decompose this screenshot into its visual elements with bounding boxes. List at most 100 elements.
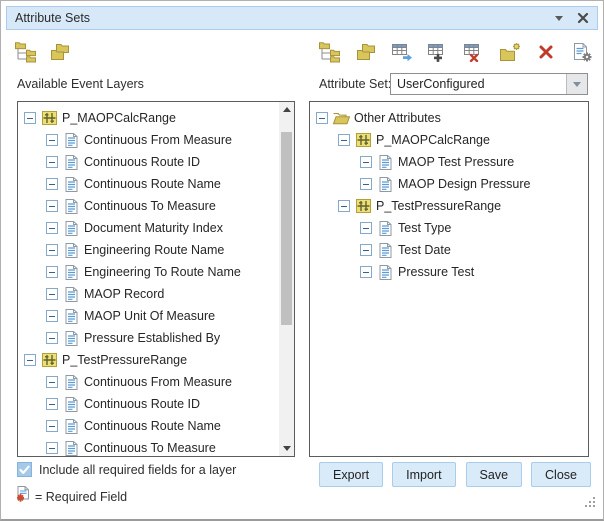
expand-attributes-tree-icon[interactable] — [319, 41, 341, 63]
tree-item-maop-test-pressure[interactable]: MAOP Test Pressure — [310, 151, 588, 173]
collapse-toggle-icon[interactable] — [360, 244, 372, 256]
scroll-down-icon[interactable] — [279, 441, 294, 456]
collapse-toggle-icon[interactable] — [360, 222, 372, 234]
tree-item-label: MAOP Record — [84, 287, 164, 301]
tree-item-pressure-test[interactable]: Pressure Test — [310, 261, 588, 283]
tree-item-engineering-to-route-name[interactable]: Engineering To Route Name — [18, 261, 279, 283]
tree-item-maop-record[interactable]: MAOP Record — [18, 283, 279, 305]
collapse-folders-icon[interactable] — [49, 41, 71, 63]
tree-item-continuous-to-measure[interactable]: Continuous To Measure — [18, 195, 279, 217]
tree-item-label: Other Attributes — [354, 111, 441, 125]
collapse-toggle-icon[interactable] — [46, 376, 58, 388]
tree-item-label: Engineering To Route Name — [84, 265, 241, 279]
field-icon — [63, 243, 80, 258]
tree-item-label: P_MAOPCalcRange — [376, 133, 490, 147]
resize-grip[interactable] — [585, 495, 596, 513]
field-icon — [63, 375, 80, 390]
caret-down-icon[interactable] — [555, 16, 563, 21]
report-settings-icon[interactable] — [571, 41, 593, 63]
tree-item-continuous-route-name[interactable]: Continuous Route Name — [18, 415, 279, 437]
layer-icon — [355, 199, 372, 213]
required-field-icon — [15, 486, 30, 508]
available-event-layers-label: Available Event Layers — [17, 77, 144, 91]
collapse-toggle-icon[interactable] — [24, 112, 36, 124]
collapse-toggle-icon[interactable] — [360, 156, 372, 168]
field-icon — [63, 133, 80, 148]
tree-item-maop-design-pressure[interactable]: MAOP Design Pressure — [310, 173, 588, 195]
delete-icon[interactable] — [535, 41, 557, 63]
collapse-toggle-icon[interactable] — [360, 178, 372, 190]
expand-layers-tree-icon[interactable] — [15, 41, 37, 63]
tree-item-p-testpressurerange[interactable]: P_TestPressureRange — [310, 195, 588, 217]
tree-item-label: Document Maturity Index — [84, 221, 223, 235]
collapse-attributes-folders-icon[interactable] — [355, 41, 377, 63]
tree-item-p-testpressurerange[interactable]: P_TestPressureRange — [18, 349, 279, 371]
collapse-toggle-icon[interactable] — [46, 332, 58, 344]
tree-item-continuous-to-measure[interactable]: Continuous To Measure — [18, 437, 279, 456]
tree-item-continuous-from-measure[interactable]: Continuous From Measure — [18, 129, 279, 151]
layer-icon — [41, 111, 58, 125]
collapse-toggle-icon[interactable] — [46, 310, 58, 322]
new-attribute-set-folder-icon[interactable] — [499, 41, 521, 63]
tree-item-p-maopcalcrange[interactable]: P_MAOPCalcRange — [310, 129, 588, 151]
close-button[interactable]: Close — [531, 462, 591, 487]
collapse-toggle-icon[interactable] — [360, 266, 372, 278]
field-icon — [63, 221, 80, 236]
dropdown-button[interactable] — [566, 74, 587, 94]
field-icon — [377, 265, 394, 280]
scrollbar-thumb[interactable] — [281, 132, 292, 325]
tree-item-label: MAOP Design Pressure — [398, 177, 530, 191]
collapse-toggle-icon[interactable] — [46, 244, 58, 256]
tree-item-continuous-route-id[interactable]: Continuous Route ID — [18, 393, 279, 415]
tree-item-label: Continuous Route Name — [84, 419, 221, 433]
tree-item-test-type[interactable]: Test Type — [310, 217, 588, 239]
attribute-set-value: UserConfigured — [391, 74, 566, 94]
table-add-icon[interactable] — [427, 41, 449, 63]
collapse-toggle-icon[interactable] — [46, 178, 58, 190]
collapse-toggle-icon[interactable] — [24, 354, 36, 366]
scroll-up-icon[interactable] — [279, 102, 294, 117]
tree-item-pressure-established-by[interactable]: Pressure Established By — [18, 327, 279, 349]
tree-item-other-attributes[interactable]: Other Attributes — [310, 107, 588, 129]
collapse-toggle-icon[interactable] — [46, 398, 58, 410]
tree-item-continuous-from-measure[interactable]: Continuous From Measure — [18, 371, 279, 393]
dialog-title: Attribute Sets — [15, 11, 555, 25]
tree-item-maop-unit-of-measure[interactable]: MAOP Unit Of Measure — [18, 305, 279, 327]
import-button[interactable]: Import — [392, 462, 455, 487]
export-button[interactable]: Export — [319, 462, 383, 487]
footer-buttons: Export Import Save Close — [319, 462, 591, 487]
table-export-icon[interactable] — [391, 41, 413, 63]
attribute-set-dropdown[interactable]: UserConfigured — [390, 73, 588, 95]
tree-item-label: P_TestPressureRange — [62, 353, 187, 367]
collapse-toggle-icon[interactable] — [338, 200, 350, 212]
tree-item-engineering-route-name[interactable]: Engineering Route Name — [18, 239, 279, 261]
save-button[interactable]: Save — [466, 462, 523, 487]
field-icon — [377, 243, 394, 258]
tree-item-test-date[interactable]: Test Date — [310, 239, 588, 261]
tree-item-continuous-route-id[interactable]: Continuous Route ID — [18, 151, 279, 173]
tree-item-p-maopcalcrange[interactable]: P_MAOPCalcRange — [18, 107, 279, 129]
field-icon — [63, 309, 80, 324]
field-icon — [63, 155, 80, 170]
collapse-toggle-icon[interactable] — [46, 442, 58, 454]
collapse-toggle-icon[interactable] — [46, 134, 58, 146]
close-icon[interactable] — [577, 12, 589, 24]
table-remove-icon[interactable] — [463, 41, 485, 63]
collapse-toggle-icon[interactable] — [46, 156, 58, 168]
required-field-label: = Required Field — [35, 490, 127, 504]
include-required-label: Include all required fields for a layer — [39, 463, 236, 477]
vertical-scrollbar[interactable] — [279, 102, 294, 456]
collapse-toggle-icon[interactable] — [46, 266, 58, 278]
collapse-toggle-icon[interactable] — [46, 288, 58, 300]
collapse-toggle-icon[interactable] — [46, 222, 58, 234]
tree-item-continuous-route-name[interactable]: Continuous Route Name — [18, 173, 279, 195]
collapse-toggle-icon[interactable] — [46, 420, 58, 432]
collapse-toggle-icon[interactable] — [316, 112, 328, 124]
include-required-checkbox[interactable] — [17, 462, 32, 477]
tree-item-document-maturity-index[interactable]: Document Maturity Index — [18, 217, 279, 239]
collapse-toggle-icon[interactable] — [338, 134, 350, 146]
collapse-toggle-icon[interactable] — [46, 200, 58, 212]
tree-item-label: P_TestPressureRange — [376, 199, 501, 213]
tree-item-label: Test Type — [398, 221, 451, 235]
tree-item-label: Pressure Established By — [84, 331, 220, 345]
